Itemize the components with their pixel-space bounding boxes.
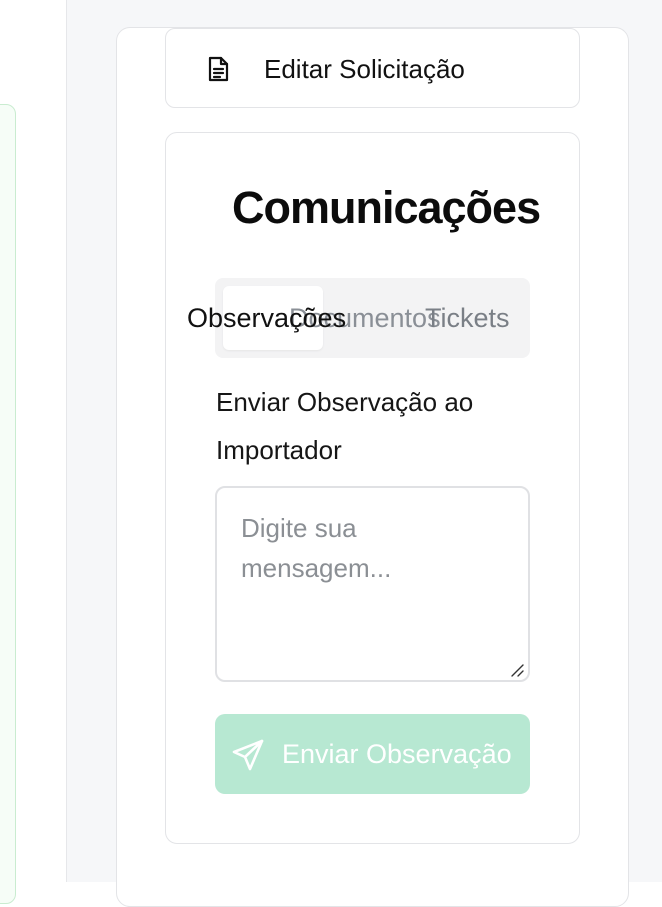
send-observation-heading: Enviar Observação ao Importador: [216, 387, 474, 465]
edit-request-button[interactable]: Editar Solicitação: [165, 28, 580, 108]
resize-handle-icon[interactable]: [509, 662, 525, 678]
tab-observacoes[interactable]: Observações: [187, 300, 346, 336]
message-input[interactable]: [215, 486, 530, 682]
send-icon: [231, 738, 265, 772]
left-card-edge: [0, 104, 16, 904]
send-observation-label: Enviar Observação: [282, 739, 512, 769]
communications-title: Comunicações: [232, 182, 541, 233]
document-icon: [204, 55, 232, 83]
edit-request-label: Editar Solicitação: [264, 54, 465, 84]
tab-tickets[interactable]: Tickets: [425, 300, 510, 336]
send-observation-button[interactable]: Enviar Observação: [215, 714, 530, 794]
